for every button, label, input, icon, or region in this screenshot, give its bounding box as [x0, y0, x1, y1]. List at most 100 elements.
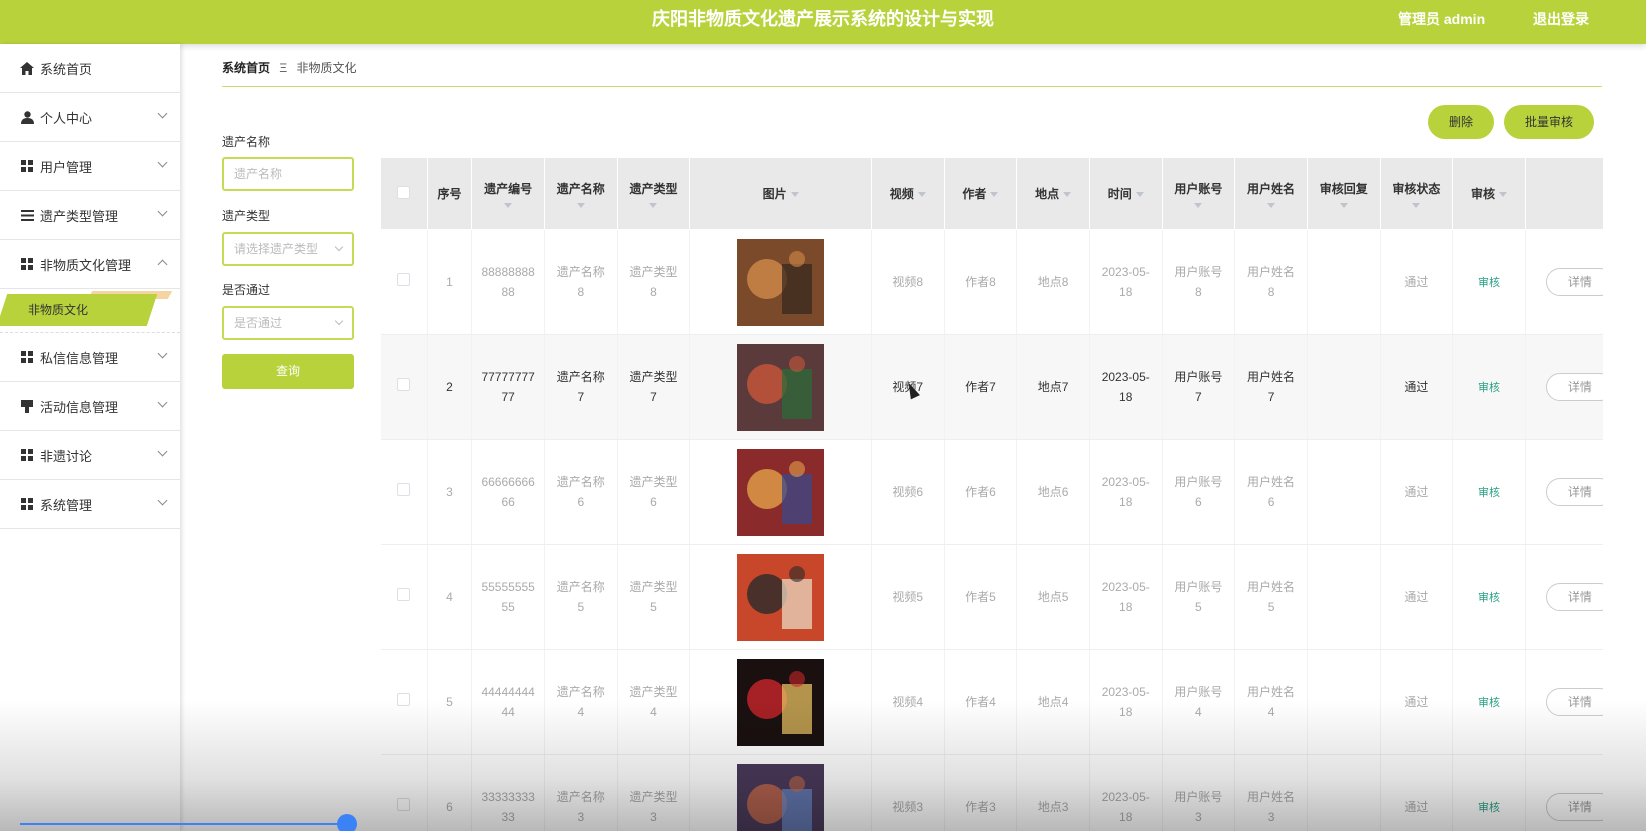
col-header[interactable]: 用户账号	[1161, 157, 1236, 230]
author-cell-text: 作者3	[965, 800, 996, 814]
breadcrumb-home[interactable]: 系统首页	[222, 61, 270, 75]
sidebar-item-users[interactable]: 用户管理	[0, 142, 180, 191]
sort-icon[interactable]	[1194, 202, 1203, 208]
col-header[interactable]: 图片	[689, 157, 872, 230]
video-cell-text: 视频8	[892, 275, 924, 289]
detail-button[interactable]: 详情	[1545, 372, 1603, 401]
pass-filter-select[interactable]: 是否通过	[222, 306, 354, 340]
col-header[interactable]: 遗产编号	[471, 157, 545, 230]
row-checkbox[interactable]	[397, 798, 411, 811]
chevron-down-icon	[157, 206, 168, 217]
col-header[interactable]: 地点	[1016, 157, 1090, 230]
detail-button[interactable]: 详情	[1545, 792, 1603, 821]
row-checkbox[interactable]	[397, 273, 411, 286]
table-row[interactable]: 4 5555555555 遗产名称5 遗产类型5 视频5 作者5 地点5 2023-05-1…	[380, 544, 1603, 650]
audit-link[interactable]: 审核	[1478, 592, 1500, 604]
heritage-image[interactable]	[737, 553, 825, 641]
col-header[interactable]: 作者	[943, 157, 1018, 230]
table-row[interactable]: 3 6666666666 遗产名称6 遗产类型6 视频6 作者6 地点6 2023-05-1…	[380, 439, 1603, 545]
col-header[interactable]: 遗产名称	[543, 157, 618, 230]
name-cell: 遗产名称6	[544, 439, 618, 545]
account-cell: 用户账号7	[1162, 334, 1236, 440]
audit-link[interactable]: 审核	[1478, 487, 1500, 499]
heritage-image[interactable]	[737, 343, 825, 431]
audit-cell: 审核	[1452, 229, 1526, 335]
heritage-image[interactable]	[737, 448, 825, 536]
sidebar-subitem-intangible-culture[interactable]: 非物质文化	[0, 294, 158, 326]
top-header: 庆阳非物质文化遗产展示系统的设计与实现 管理员 admin 退出登录	[0, 0, 1646, 44]
detail-button[interactable]: 详情	[1545, 477, 1603, 506]
sort-icon[interactable]	[576, 202, 585, 208]
sidebar-item-discussion[interactable]: 非遗讨论	[0, 431, 180, 480]
table-row[interactable]: 6 3333333333 遗产名称3 遗产类型3 视频3 作者3 地点3 2023-05-1…	[380, 754, 1603, 831]
sidebar-item-system[interactable]: 系统管理	[0, 480, 180, 529]
sort-icon[interactable]	[504, 202, 513, 208]
audit-link[interactable]: 审核	[1478, 802, 1500, 814]
col-header[interactable]: 审核	[1452, 157, 1526, 230]
sort-icon[interactable]	[790, 192, 799, 198]
delete-button[interactable]: 删除	[1428, 105, 1494, 139]
col-header[interactable]: 时间	[1088, 157, 1163, 230]
row-checkbox[interactable]	[397, 693, 411, 706]
sidebar-item-profile[interactable]: 个人中心	[0, 93, 180, 142]
logout-button[interactable]: 退出登录	[1533, 9, 1589, 29]
sort-icon[interactable]	[990, 192, 999, 198]
video-progress-bar[interactable]	[20, 823, 350, 825]
author-cell: 作者4	[944, 649, 1018, 755]
col-header[interactable]: 用户姓名	[1234, 157, 1308, 230]
select-all-checkbox[interactable]	[397, 185, 411, 199]
type-cell: 遗产类型6	[617, 439, 691, 545]
name-cell: 遗产名称7	[544, 334, 618, 440]
table-row[interactable]: 2 7777777777 遗产名称7 遗产类型7 视频7 作者7 地点7 2023-05-1…	[380, 334, 1603, 440]
col-header-label: 遗产类型	[629, 181, 678, 196]
sort-icon[interactable]	[1063, 192, 1072, 198]
table-row[interactable]: 5 4444444444 遗产名称4 遗产类型4 视频4 作者4 地点4 2023-05-1…	[380, 649, 1603, 755]
detail-button[interactable]: 详情	[1545, 582, 1603, 611]
current-user[interactable]: 管理员 admin	[1398, 9, 1485, 29]
row-checkbox[interactable]	[397, 588, 411, 601]
col-header-label: 审核状态	[1392, 181, 1441, 196]
sort-icon[interactable]	[1412, 202, 1421, 208]
heritage-image[interactable]	[737, 238, 825, 326]
sort-icon[interactable]	[917, 192, 926, 198]
sort-icon[interactable]	[1267, 202, 1276, 208]
table-row[interactable]: 1 8888888888 遗产名称8 遗产类型8 视频8 作者8 地点8 2023-05-1…	[380, 229, 1603, 335]
col-header[interactable]: 视频	[870, 157, 945, 230]
row-checkbox[interactable]	[397, 378, 411, 391]
sort-icon[interactable]	[1135, 192, 1144, 198]
heritage-image[interactable]	[737, 658, 825, 746]
sort-icon[interactable]	[649, 202, 658, 208]
status-cell: 通过	[1380, 649, 1454, 755]
chevron-down-icon	[334, 316, 344, 326]
col-header[interactable]: 审核状态	[1379, 157, 1454, 230]
col-header[interactable]: 遗产类型	[616, 157, 691, 230]
status-cell-text: 通过	[1404, 380, 1429, 394]
pass-filter-label: 是否通过	[222, 283, 271, 297]
sort-icon[interactable]	[1499, 192, 1508, 198]
query-button[interactable]: 查询	[222, 354, 354, 389]
row-checkbox[interactable]	[397, 483, 411, 496]
sidebar-item-activities[interactable]: 活动信息管理	[0, 382, 180, 431]
sidebar-item-home[interactable]: 系统首页	[0, 44, 180, 93]
name-filter-input[interactable]: 遗产名称	[222, 157, 354, 191]
reply-cell	[1307, 334, 1381, 440]
type-filter-select[interactable]: 请选择遗产类型	[222, 232, 354, 266]
detail-button[interactable]: 详情	[1545, 267, 1603, 296]
audit-link[interactable]: 审核	[1478, 382, 1500, 394]
col-header[interactable]: 审核回复	[1306, 157, 1381, 230]
audit-link[interactable]: 审核	[1478, 277, 1500, 289]
sidebar-item-messages[interactable]: 私信信息管理	[0, 333, 180, 382]
sort-icon[interactable]	[1339, 202, 1348, 208]
video-cell-text: 视频5	[892, 590, 924, 604]
sidebar-item-heritage-types[interactable]: 遗产类型管理	[0, 191, 180, 240]
place-cell: 地点4	[1016, 649, 1090, 755]
sidebar-item-intangible-culture[interactable]: 非物质文化管理	[0, 240, 180, 289]
audit-link[interactable]: 审核	[1478, 697, 1500, 709]
detail-button[interactable]: 详情	[1545, 687, 1603, 716]
place-cell-text: 地点8	[1037, 275, 1069, 289]
video-progress-knob[interactable]	[337, 814, 357, 831]
batch-audit-button[interactable]: 批量审核	[1504, 105, 1594, 139]
heritage-image[interactable]	[737, 763, 825, 831]
image-cell	[689, 334, 872, 440]
index-cell: 2	[427, 334, 473, 440]
